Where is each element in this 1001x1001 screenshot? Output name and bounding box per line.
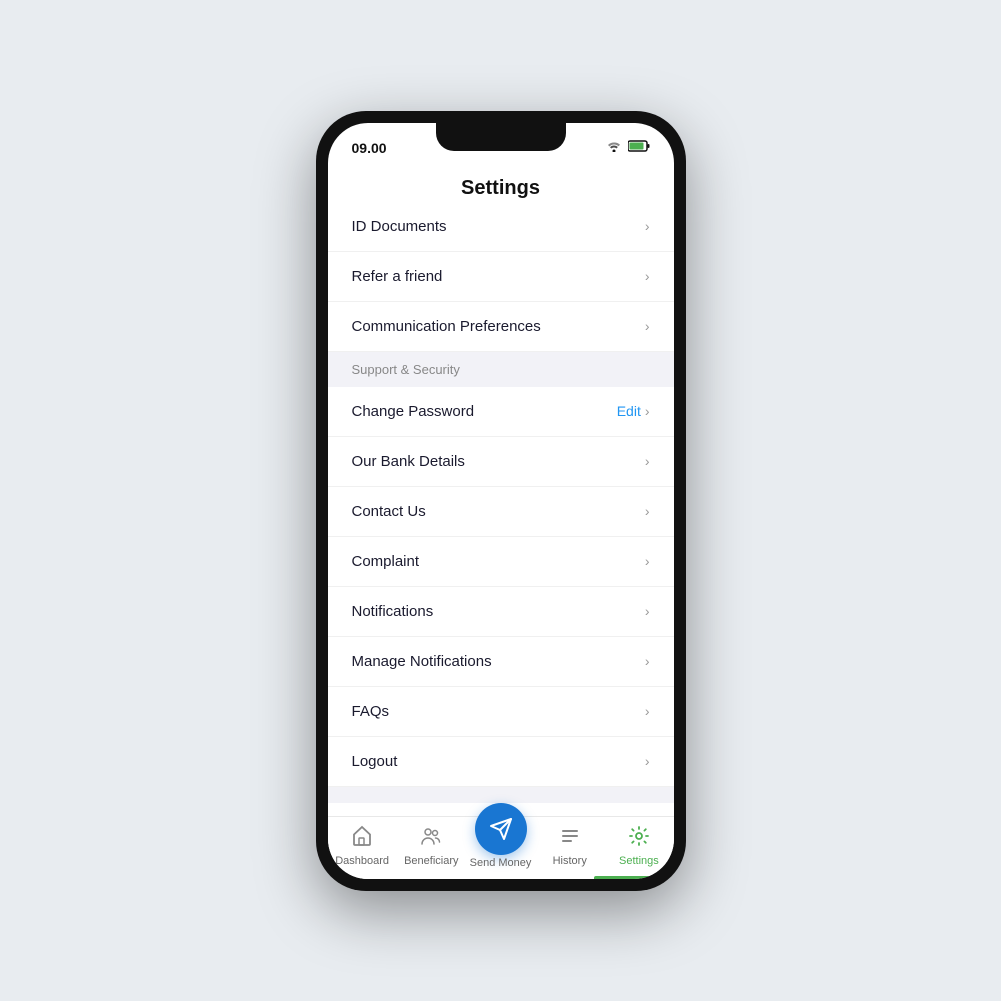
menu-item-label: Our Bank Details <box>352 453 465 470</box>
chevron-right-icon: › <box>645 318 650 334</box>
status-icons <box>606 140 650 155</box>
menu-item-label: FAQs <box>352 703 390 720</box>
menu-item-logout[interactable]: Logout › <box>328 737 674 787</box>
menu-item-label: Manage Notifications <box>352 653 492 670</box>
menu-item-label: ID Documents <box>352 218 447 235</box>
phone-screen: 09.00 Setting <box>328 123 674 879</box>
home-icon <box>351 825 373 853</box>
battery-icon <box>628 140 650 155</box>
wifi-icon <box>606 140 622 155</box>
menu-item-our-bank-details[interactable]: Our Bank Details › <box>328 437 674 487</box>
nav-label-settings: Settings <box>619 855 659 867</box>
send-money-fab[interactable] <box>475 803 527 855</box>
nav-item-send-money[interactable]: Send Money <box>466 803 535 869</box>
chevron-right-icon: › <box>645 453 650 469</box>
nav-item-settings[interactable]: Settings <box>604 825 673 867</box>
menu-item-label: Communication Preferences <box>352 318 541 335</box>
chevron-right-icon: › <box>645 403 650 419</box>
status-time: 09.00 <box>352 140 387 156</box>
chevron-right-icon: › <box>645 553 650 569</box>
settings-icon <box>628 825 650 853</box>
chevron-right-icon: › <box>645 703 650 719</box>
chevron-right-icon: › <box>645 603 650 619</box>
menu-item-faqs[interactable]: FAQs › <box>328 687 674 737</box>
change-password-right: Edit › <box>617 403 650 419</box>
menu-item-change-password[interactable]: Change Password Edit › <box>328 387 674 437</box>
chevron-right-icon: › <box>645 503 650 519</box>
chevron-right-icon: › <box>645 268 650 284</box>
chevron-right-icon: › <box>645 653 650 669</box>
bottom-nav: Dashboard Beneficiary <box>328 816 674 879</box>
history-icon <box>559 825 581 853</box>
nav-label-dashboard: Dashboard <box>335 855 389 867</box>
nav-item-beneficiary[interactable]: Beneficiary <box>397 825 466 867</box>
menu-item-label: Change Password <box>352 403 475 420</box>
menu-item-refer-friend[interactable]: Refer a friend › <box>328 252 674 302</box>
nav-item-dashboard[interactable]: Dashboard <box>328 825 397 867</box>
nav-label-send-money: Send Money <box>470 857 532 869</box>
menu-item-contact-us[interactable]: Contact Us › <box>328 487 674 537</box>
menu-item-notifications[interactable]: Notifications › <box>328 587 674 637</box>
edit-label[interactable]: Edit <box>617 403 641 419</box>
menu-item-complaint[interactable]: Complaint › <box>328 537 674 587</box>
menu-item-label: Notifications <box>352 603 434 620</box>
menu-item-id-documents[interactable]: ID Documents › <box>328 208 674 252</box>
menu-item-label: Refer a friend <box>352 268 443 285</box>
nav-label-history: History <box>553 855 587 867</box>
menu-item-label: Logout <box>352 753 398 770</box>
phone-frame: 09.00 Setting <box>316 111 686 891</box>
section-spacer <box>328 787 674 803</box>
section-header-support-security: Support & Security <box>328 352 674 387</box>
nav-item-history[interactable]: History <box>535 825 604 867</box>
page-title: Settings <box>328 167 674 208</box>
nav-label-beneficiary: Beneficiary <box>404 855 458 867</box>
chevron-right-icon: › <box>645 753 650 769</box>
menu-item-label: Complaint <box>352 553 420 570</box>
notch <box>436 123 566 151</box>
beneficiary-icon <box>420 825 442 853</box>
scroll-content: ID Documents › Refer a friend › Communic… <box>328 208 674 816</box>
nav-active-bar <box>594 876 654 879</box>
menu-item-manage-notifications[interactable]: Manage Notifications › <box>328 637 674 687</box>
chevron-right-icon: › <box>645 218 650 234</box>
menu-item-communication-preferences[interactable]: Communication Preferences › <box>328 302 674 352</box>
menu-item-label: Contact Us <box>352 503 426 520</box>
